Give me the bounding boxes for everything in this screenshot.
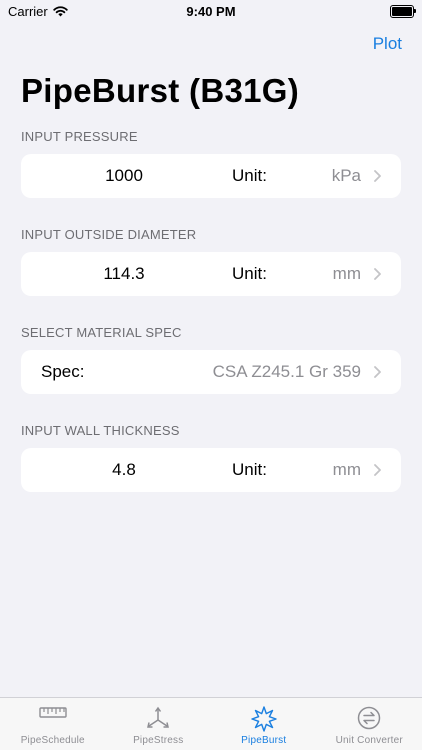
thickness-row[interactable]: 4.8 Unit: mm [21,448,401,492]
diameter-value[interactable]: 114.3 [21,252,227,296]
tab-pipeburst[interactable]: PipeBurst [211,698,317,750]
chevron-right-icon [374,366,381,378]
thickness-value[interactable]: 4.8 [21,448,227,492]
chevron-right-icon [374,464,381,476]
status-right [390,5,416,18]
tab-pipeschedule[interactable]: PipeSchedule [0,698,106,750]
thickness-section-header: INPUT WALL THICKNESS [21,423,180,438]
axes-icon [147,706,170,728]
page-title: PipeBurst (B31G) [21,72,300,109]
tab-label: PipeSchedule [20,735,85,746]
battery-level [392,7,412,16]
diameter-section-header: INPUT OUTSIDE DIAMETER [21,227,197,242]
thickness-unit-value: mm [332,460,361,479]
tab-pipestress[interactable]: PipeStress [106,698,212,750]
diameter-unit-value: mm [332,264,361,283]
pressure-row[interactable]: 1000 Unit: kPa [21,154,401,198]
status-bar: Carrier 9:40 PM [0,0,422,24]
chevron-right-icon [374,268,381,280]
convert-icon [358,706,381,730]
burst-icon [251,706,277,732]
thickness-unit-label: Unit: [232,460,267,479]
diameter-unit-label: Unit: [232,264,267,283]
pressure-section-header: INPUT PRESSURE [21,129,138,144]
diameter-row[interactable]: 114.3 Unit: mm [21,252,401,296]
material-spec-label: Spec: [41,362,85,381]
status-time: 9:40 PM [186,4,236,19]
tab-label: Unit Converter [335,735,403,746]
pressure-value[interactable]: 1000 [21,154,227,198]
material-section-header: SELECT MATERIAL SPEC [21,325,182,340]
plot-button[interactable]: Plot [373,34,402,54]
ruler-icon [39,707,67,718]
tab-label: PipeBurst [241,735,287,746]
pressure-unit-value: kPa [331,166,361,185]
tab-unit-converter[interactable]: Unit Converter [317,698,422,750]
tab-label: PipeStress [133,735,184,746]
battery-icon [390,5,416,18]
material-spec-value: CSA Z245.1 Gr 359 [212,362,361,381]
chevron-right-icon [374,170,381,182]
tab-bar: PipeSchedule PipeStress PipeBurst Unit C… [0,697,422,750]
material-spec-row[interactable]: Spec: CSA Z245.1 Gr 359 [21,350,401,394]
pressure-unit-label: Unit: [232,166,267,185]
